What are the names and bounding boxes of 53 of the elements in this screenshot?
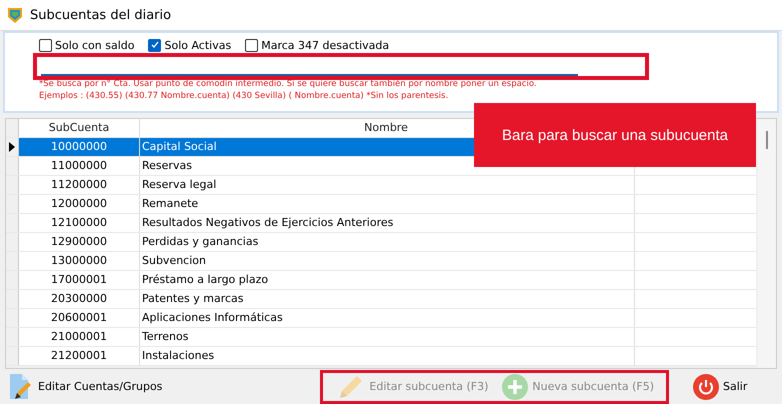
table-cell: 21000001	[19, 328, 140, 346]
table-cell: 17000001	[19, 271, 140, 289]
hint-text: Ejemplos : (430.55) (430.77 Nombre.cuenta) (430 Sevilla) ( Nombre.cuenta) *Sin los parentesis.	[39, 90, 450, 102]
annotation-tooltip: Bara para buscar una subucuenta	[474, 103, 756, 167]
power-icon	[693, 374, 719, 400]
table-row[interactable]: 11200000 Reserva legal	[6, 176, 756, 195]
table-row[interactable]: 12000000 Remanete	[6, 195, 756, 214]
table-row[interactable]: 13000000 Subvencion	[6, 252, 756, 271]
checkbox[interactable]	[148, 38, 162, 52]
table-cell: Préstamo a largo plazo	[140, 271, 635, 289]
table-cell: 21200001	[19, 347, 140, 365]
table-row[interactable]: 21000001 Terrenos	[6, 328, 756, 347]
table-cell: Remanete	[140, 195, 635, 213]
table-row[interactable]: 20600001 Aplicaciones Informáticas	[6, 309, 756, 328]
checkbox-label[interactable]: Solo Activas	[164, 38, 232, 52]
row-header[interactable]	[6, 138, 19, 156]
plus-icon	[502, 374, 528, 400]
table-cell: 12900000	[19, 233, 140, 251]
table-cell: Patentes y marcas	[140, 290, 635, 308]
column-header[interactable]: SubCuenta	[19, 119, 140, 137]
table-cell: Resultados Negativos de Ejercicios Anteriores	[140, 214, 635, 232]
window-title: Subcuentas del diario	[30, 8, 172, 22]
document-pencil-icon	[8, 372, 34, 400]
exit-button[interactable]: Salir	[693, 374, 748, 400]
table-cell: 11000000	[19, 157, 140, 175]
check-icon	[150, 40, 160, 50]
checkbox-label[interactable]: Solo con saldo	[55, 38, 134, 52]
table-row[interactable]: 20300000 Patentes y marcas	[6, 290, 756, 309]
checkbox[interactable]	[245, 38, 258, 52]
table-cell: Subvencion	[140, 252, 635, 270]
table-cell: 12100000	[19, 214, 140, 232]
table-row[interactable]: 17000001 Préstamo a largo plazo	[6, 271, 756, 290]
table-cell: 12000000	[19, 195, 140, 213]
table-cell: Aplicaciones Informáticas	[140, 309, 635, 327]
table-cell: Perdidas y ganancias	[140, 233, 635, 251]
edit-groups-button[interactable]: Editar Cuentas/Grupos	[8, 372, 162, 400]
checkbox-label[interactable]: Marca 347 desactivada	[261, 38, 390, 52]
scrollbar[interactable]	[758, 119, 776, 368]
table-cell: 11200000	[19, 176, 140, 194]
table-cell: 20300000	[19, 290, 140, 308]
row-pointer-icon	[9, 142, 15, 152]
table-row[interactable]: 12900000 Perdidas y ganancias	[6, 233, 756, 252]
table-cell: Instalaciones	[140, 347, 635, 365]
table-row[interactable]: 21200001 Instalaciones	[6, 347, 756, 366]
table-cell: 10000000	[19, 138, 140, 156]
app-logo-icon	[6, 6, 24, 24]
table-cell: Terrenos	[140, 328, 635, 346]
checkbox[interactable]	[39, 38, 52, 52]
hint-text: *Se busca por n° Cta. Usar punto de comodín intermedio. Si se quiere buscar también por nombre poner un espacio.	[39, 78, 538, 90]
table-cell: 13000000	[19, 252, 140, 270]
table-row[interactable]: 12100000 Resultados Negativos de Ejercicios Anteriores	[6, 214, 756, 233]
table-cell: Reserva legal	[140, 176, 635, 194]
table-cell: 20600001	[19, 309, 140, 327]
